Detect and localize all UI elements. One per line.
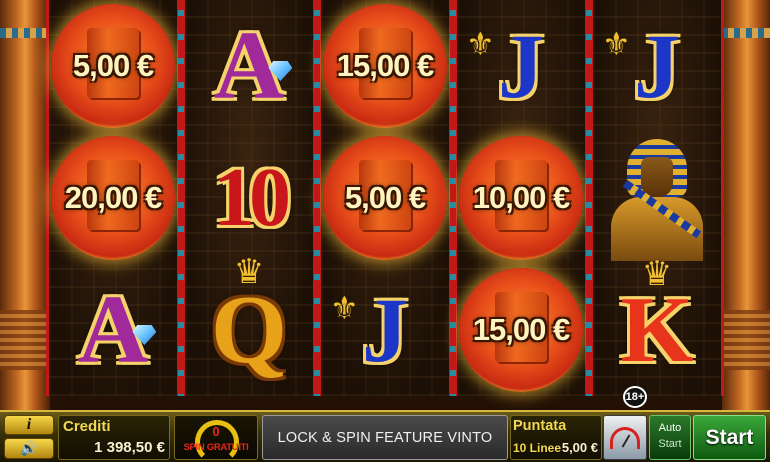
bet-lines: 10 Linee <box>513 441 562 455</box>
gamble-button[interactable] <box>603 415 647 460</box>
start-button[interactable]: Start <box>693 415 766 460</box>
symbol-cell <box>593 132 721 264</box>
reel-separator <box>450 0 456 396</box>
pharaoh-face <box>641 157 673 197</box>
jack-symbol: J ⚜ <box>602 20 680 112</box>
fleur-de-lis-icon: ⚜ <box>466 25 495 63</box>
symbol-cell: J ⚜ <box>593 0 721 132</box>
sound-button[interactable]: 🔊 <box>4 438 54 459</box>
reel-1: 5,00 € 20,00 € A <box>46 0 180 396</box>
reel-3: 15,00 € 5,00 € J ⚜ <box>318 0 452 396</box>
pharaoh-symbol <box>597 135 717 261</box>
symbol-cell: 15,00 € <box>321 0 449 132</box>
symbol-cell: K ♛ <box>593 257 721 396</box>
reel-area: 5,00 €20,00 € A A 10 Q ♛ 15,00 €5,00 € J ⚜ J ⚜ 10,0… <box>46 0 730 410</box>
coin-bonus-symbol: 15,00 € <box>459 268 583 392</box>
symbol-cell: A <box>49 264 177 396</box>
coin-amount: 5,00 € <box>72 48 154 83</box>
symbol-cell: J ⚜ <box>457 0 585 132</box>
ten-symbol: 10 <box>213 156 291 240</box>
reel-4: J ⚜ 10,00 € 15,00 € <box>454 0 588 396</box>
credits-display: Crediti 1 398,50 € <box>58 415 170 460</box>
gauge-icon <box>610 426 640 449</box>
coin-amount: 15,00 € <box>472 312 570 347</box>
symbol-cell: 15,00 € <box>457 264 585 396</box>
age-restriction-badge: 18+ <box>623 386 647 408</box>
info-icon: i <box>26 416 32 433</box>
coin-bonus-symbol: 5,00 € <box>51 4 175 128</box>
autostart-label: Auto <box>658 422 682 434</box>
crown-icon: ♛ <box>641 254 673 294</box>
bet-display[interactable]: Puntata 10 Linee 5,00 € <box>510 415 602 460</box>
coin-bonus-symbol: 20,00 € <box>51 136 175 260</box>
reel-5: J ⚜ K ♛ <box>590 0 724 396</box>
slot-game-screen: 5,00 €20,00 € A A 10 Q ♛ 15,00 €5,00 € J ⚜ J ⚜ 10,0… <box>0 0 770 462</box>
reel-2: A 10 Q ♛ <box>182 0 316 396</box>
coin-amount: 20,00 € <box>64 180 162 215</box>
ace-symbol: A <box>214 17 293 115</box>
coin-amount: 5,00 € <box>344 180 426 215</box>
symbol-letter: 10 <box>213 151 291 244</box>
credits-label: Crediti <box>63 418 111 435</box>
reel-separator <box>314 0 320 396</box>
crown-icon: ♛ <box>233 252 265 292</box>
info-button[interactable]: i <box>4 415 54 435</box>
symbol-letter: J <box>634 15 680 117</box>
coin-bonus-symbol: 10,00 € <box>459 136 583 260</box>
free-spins-label: SPIN GRATUITI <box>183 442 249 453</box>
queen-symbol: Q ♛ <box>211 255 287 379</box>
bet-value: 5,00 € <box>561 440 598 455</box>
symbol-cell: 5,00 € <box>321 132 449 264</box>
control-bar: i 🔊 Crediti 1 398,50 € 0 SPIN GRATUITI L… <box>0 410 770 462</box>
coin-amount: 15,00 € <box>336 48 434 83</box>
credits-value: 1 398,50 € <box>94 439 165 456</box>
symbol-cell: 20,00 € <box>49 132 177 264</box>
coin-bonus-symbol: 15,00 € <box>323 4 447 128</box>
ace-symbol: A <box>78 281 157 379</box>
symbol-cell: A <box>185 0 313 132</box>
reel-separator <box>586 0 592 396</box>
jack-symbol: J ⚜ <box>330 284 408 376</box>
symbol-letter: J <box>362 279 408 381</box>
fleur-de-lis-icon: ⚜ <box>602 25 631 63</box>
autostart-button[interactable]: Auto Start <box>649 415 691 460</box>
symbol-letter: J <box>498 15 544 117</box>
symbol-letter: Q <box>210 276 288 384</box>
bet-label: Puntata <box>513 418 567 434</box>
symbol-cell: 10 <box>185 132 313 264</box>
fleur-de-lis-icon: ⚜ <box>330 289 359 327</box>
message-panel: LOCK & SPIN FEATURE VINTO <box>262 415 508 460</box>
left-pillar-decoration <box>0 0 50 410</box>
status-message: LOCK & SPIN FEATURE VINTO <box>277 429 493 446</box>
speaker-icon: 🔊 <box>20 440 38 457</box>
start-label: Start <box>705 425 754 449</box>
symbol-cell: 5,00 € <box>49 0 177 132</box>
free-spins-count: 0 <box>212 424 220 439</box>
coin-bonus-symbol: 5,00 € <box>323 136 447 260</box>
reel-separator <box>178 0 184 396</box>
autostart-sub-label: Start <box>658 438 682 450</box>
free-spins-counter: 0 SPIN GRATUITI <box>174 415 258 460</box>
symbol-cell: 10,00 € <box>457 132 585 264</box>
coin-amount: 10,00 € <box>472 180 570 215</box>
symbol-cell: J ⚜ <box>321 264 449 396</box>
king-symbol: K ♛ <box>620 257 693 377</box>
jack-symbol: J ⚜ <box>466 20 544 112</box>
symbol-cell: Q ♛ <box>185 255 313 396</box>
